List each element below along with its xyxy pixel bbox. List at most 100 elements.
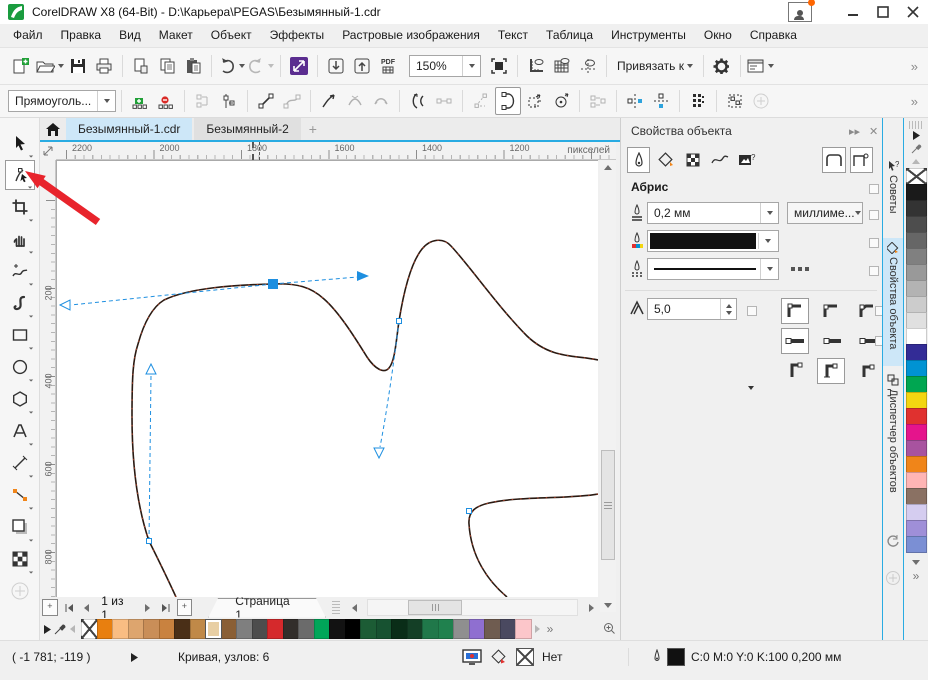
home-icon[interactable] [40,118,66,140]
palette-scroll-right-button[interactable] [531,619,544,639]
color-swatch[interactable] [375,619,392,639]
color-swatch[interactable] [282,619,299,639]
color-swatch[interactable] [905,472,927,489]
last-page-button[interactable] [157,599,175,617]
extend-curve-button[interactable] [432,88,456,114]
save-button[interactable] [66,53,90,79]
undo-button[interactable] [218,53,245,79]
curve-node[interactable] [396,318,402,324]
color-swatch[interactable] [360,619,377,639]
scroll-down-button[interactable] [600,598,616,612]
color-swatch[interactable] [329,619,346,639]
selected-node[interactable] [268,279,278,289]
style-settings-icon[interactable] [791,267,809,271]
hscroll-right-button[interactable] [582,599,600,617]
artistic-media-tool[interactable] [5,288,35,318]
docker-add-icon[interactable] [883,566,903,594]
menu-item-11[interactable]: Справка [741,24,806,47]
shape-tool[interactable] [4,160,35,190]
color-swatch[interactable] [484,619,501,639]
show-rulers-button[interactable] [524,53,548,79]
color-swatch[interactable] [391,619,408,639]
right-palette-expand-icon[interactable]: » [906,569,926,583]
outline-units-dropdown-icon[interactable] [854,211,861,215]
application-launcher-button[interactable] [747,53,774,79]
scroll-up-button[interactable] [600,160,616,174]
docker-close-icon[interactable]: ✕ [869,125,878,138]
color-swatch[interactable] [143,619,160,639]
align-nodes-button[interactable] [586,88,610,114]
export-button[interactable] [350,53,374,79]
section-checkbox[interactable] [869,184,879,194]
add-node-button[interactable] [128,88,152,114]
eyedropper-icon[interactable] [53,619,66,639]
menu-item-5[interactable]: Эффекты [261,24,334,47]
color-swatch[interactable] [905,232,927,249]
menu-item-4[interactable]: Объект [202,24,261,47]
color-swatch[interactable] [251,619,268,639]
transparency-tool[interactable] [5,544,35,574]
scroll-mode-button[interactable] [849,147,873,173]
copy-button[interactable] [155,53,179,79]
reflect-nodes-horizontally-button[interactable] [623,88,647,114]
color-swatch[interactable] [422,619,439,639]
freehand-tool[interactable] [5,256,35,286]
outline-inside-button[interactable] [781,358,809,384]
curve-node[interactable] [146,538,152,544]
color-swatch[interactable] [220,619,237,639]
color-swatch[interactable] [905,328,927,345]
outline-centered-button[interactable] [817,358,845,384]
palette-drag-grip[interactable] [909,121,923,129]
miter-limit-spinner[interactable]: 5,0 [647,298,737,320]
outline-units-combobox[interactable]: миллиме... [787,202,863,224]
round-corner-button[interactable] [817,298,845,324]
vertical-scroll-thumb[interactable] [601,450,615,560]
color-swatch[interactable] [905,216,927,233]
previous-page-button[interactable] [78,599,96,617]
search-content-button[interactable] [287,53,311,79]
status-expand-icon[interactable] [130,652,138,662]
new-tab-button[interactable]: + [301,118,325,140]
outline-style-combobox[interactable] [647,258,779,280]
color-swatch[interactable] [905,392,927,409]
horizontal-ruler[interactable]: пикселей 2200 2000 1800 1600 1400 1200 [56,142,616,160]
break-curve-button[interactable] [217,88,241,114]
palette-scroll-down-button[interactable] [906,556,926,569]
pick-tool[interactable] [5,128,35,158]
add-page-before-button[interactable]: + [42,599,58,616]
miter-checkbox[interactable] [747,306,757,316]
style-checkbox[interactable] [869,266,879,276]
color-checkbox[interactable] [869,238,879,248]
right-palette-eyedropper-icon[interactable] [906,142,926,155]
round-cap-button[interactable] [817,328,845,354]
outline-tab[interactable] [627,147,651,173]
color-swatch[interactable] [298,619,315,639]
palette-expand-icon[interactable]: » [544,619,557,639]
document-tab-1[interactable]: Безымянный-1.cdr [66,118,193,140]
outline-style-dropdown-icon[interactable] [760,259,778,279]
fill-tab[interactable] [654,147,677,173]
butt-cap-button[interactable] [781,328,809,354]
minimize-button[interactable] [838,0,868,24]
dimension-tool[interactable] [5,448,35,478]
color-swatch[interactable] [437,619,454,639]
outline-width-dropdown-icon[interactable] [760,203,778,223]
color-swatch[interactable] [905,488,927,505]
outline-outside-button[interactable] [853,358,881,384]
width-checkbox[interactable] [869,210,879,220]
menu-item-1[interactable]: Правка [52,24,111,47]
color-swatch[interactable] [905,360,927,377]
pan-tool[interactable] [5,224,35,254]
color-swatch[interactable] [205,619,222,639]
auto-close-curve-button[interactable] [469,88,493,114]
color-swatch[interactable] [267,619,284,639]
curve-tab[interactable] [708,147,731,173]
color-swatch[interactable] [174,619,191,639]
color-swatch[interactable] [905,184,927,201]
no-color-swatch[interactable] [81,619,98,639]
add-page-after-button[interactable]: + [176,599,193,616]
menu-item-6[interactable]: Растровые изображения [333,24,489,47]
menu-item-0[interactable]: Файл [4,24,52,47]
toolbar-overflow-icon[interactable]: » [911,59,918,74]
import-button[interactable] [324,53,348,79]
